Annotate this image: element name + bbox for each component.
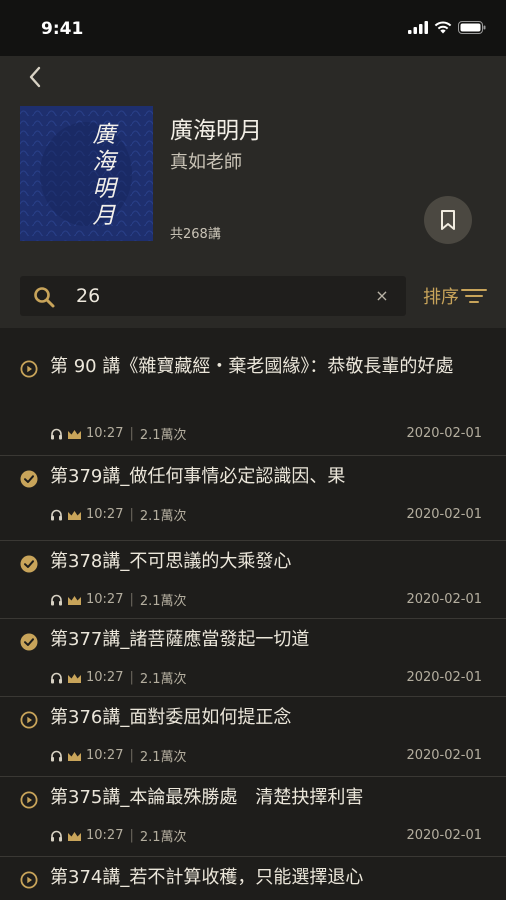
episode-duration: 10:27 xyxy=(86,507,124,522)
sort-label: 排序 xyxy=(423,287,459,308)
episode-date: 2020-02-01 xyxy=(406,592,482,607)
search-icon xyxy=(34,287,55,308)
episode-date: 2020-02-01 xyxy=(406,426,482,441)
status-bar: 9:41 xyxy=(0,0,506,56)
headphones-icon xyxy=(51,428,62,440)
sort-button[interactable]: 排序 xyxy=(423,283,487,309)
meta-divider: | xyxy=(129,507,134,522)
episode-meta: 10:27 | 2.1萬次 xyxy=(50,505,187,524)
back-button[interactable] xyxy=(24,64,48,90)
episode-item[interactable]: 第376講_面對委屈如何提正念 10:27 | 2.1萬次 2020-02-01 xyxy=(0,697,506,777)
album-title: 廣海明月 xyxy=(170,118,262,144)
episode-title: 第 90 講《雜寶藏經・棄老國緣》：恭敬長輩的好處 xyxy=(50,356,454,377)
episode-meta: 10:27 | 2.1萬次 xyxy=(50,746,187,765)
episode-plays: 2.1萬次 xyxy=(139,428,187,443)
episode-item[interactable]: 第379講_做任何事情必定認識因、果 10:27 | 2.1萬次 2020-02-01 xyxy=(0,456,506,541)
episode-item[interactable]: 第374講_若不計算收穫，只能選擇退心 xyxy=(0,857,506,900)
episode-date: 2020-02-01 xyxy=(406,670,482,685)
meta-divider: | xyxy=(129,426,134,441)
episode-duration: 10:27 xyxy=(86,592,124,607)
crown-icon xyxy=(68,751,81,761)
clear-search-icon[interactable]: × xyxy=(372,286,392,306)
meta-divider: | xyxy=(129,828,134,843)
cover-title-text: 廣海明月 xyxy=(88,122,114,230)
crown-icon xyxy=(68,510,81,520)
play-circle-icon[interactable] xyxy=(20,360,38,378)
episode-meta: 10:27 | 2.1萬次 xyxy=(50,424,187,443)
play-circle-icon[interactable] xyxy=(20,871,38,889)
crown-icon xyxy=(68,673,81,683)
episode-plays: 2.1萬次 xyxy=(139,594,187,609)
meta-divider: | xyxy=(129,592,134,607)
episode-duration: 10:27 xyxy=(86,828,124,843)
episode-duration: 10:27 xyxy=(86,748,124,763)
episode-plays: 2.1萬次 xyxy=(139,750,187,765)
episode-duration: 10:27 xyxy=(86,426,124,441)
headphones-icon xyxy=(51,672,62,684)
episode-list: 第 90 講《雜寶藏經・棄老國緣》：恭敬長輩的好處 10:27 | 2.1萬次 2020… xyxy=(0,346,506,900)
episode-title: 第375講_本論最殊勝處 清楚抉擇利害 xyxy=(50,787,364,808)
headphones-icon xyxy=(51,509,62,521)
episode-plays: 2.1萬次 xyxy=(139,830,187,845)
crown-icon xyxy=(68,429,81,439)
episode-meta: 10:27 | 2.1萬次 xyxy=(50,590,187,609)
episode-item[interactable]: 第375講_本論最殊勝處 清楚抉擇利害 10:27 | 2.1萬次 2020-02-01 xyxy=(0,777,506,857)
play-circle-icon[interactable] xyxy=(20,791,38,809)
completed-check-icon[interactable] xyxy=(20,633,38,651)
episode-plays: 2.1萬次 xyxy=(139,509,187,524)
bookmark-button[interactable] xyxy=(424,196,472,244)
completed-check-icon[interactable] xyxy=(20,470,38,488)
episode-title: 第378講_不可思議的大乘發心 xyxy=(50,551,292,572)
episode-date: 2020-02-01 xyxy=(406,828,482,843)
episode-title: 第379講_做任何事情必定認識因、果 xyxy=(50,466,346,487)
album-cover: 廣海明月 xyxy=(20,106,153,241)
episode-count: 共268講 xyxy=(170,227,221,242)
episode-item[interactable]: 第378講_不可思議的大乘發心 10:27 | 2.1萬次 2020-02-01 xyxy=(0,541,506,619)
status-time: 9:41 xyxy=(41,19,84,39)
wifi-icon xyxy=(434,21,452,34)
meta-divider: | xyxy=(129,748,134,763)
episode-meta: 10:27 | 2.1萬次 xyxy=(50,668,187,687)
meta-divider: | xyxy=(129,670,134,685)
signal-icon xyxy=(408,21,428,34)
headphones-icon xyxy=(51,830,62,842)
episode-meta: 10:27 | 2.1萬次 xyxy=(50,826,187,845)
completed-check-icon[interactable] xyxy=(20,555,38,573)
episode-item[interactable]: 第377講_諸菩薩應當發起一切道 10:27 | 2.1萬次 2020-02-01 xyxy=(0,619,506,697)
episode-title: 第377講_諸菩薩應當發起一切道 xyxy=(50,629,310,650)
headphones-icon xyxy=(51,594,62,606)
episode-title: 第374講_若不計算收穫，只能選擇退心 xyxy=(50,867,364,888)
sort-icon xyxy=(461,289,487,303)
episode-title: 第376講_面對委屈如何提正念 xyxy=(50,707,292,728)
search-bar: × xyxy=(20,276,406,316)
episode-plays: 2.1萬次 xyxy=(139,672,187,687)
crown-icon xyxy=(68,831,81,841)
bookmark-icon xyxy=(441,210,455,230)
chevron-left-icon xyxy=(29,66,41,88)
episode-date: 2020-02-01 xyxy=(406,507,482,522)
headphones-icon xyxy=(51,750,62,762)
episode-date: 2020-02-01 xyxy=(406,748,482,763)
crown-icon xyxy=(68,595,81,605)
episode-duration: 10:27 xyxy=(86,670,124,685)
album-author: 真如老師 xyxy=(170,152,242,173)
play-circle-icon[interactable] xyxy=(20,711,38,729)
search-input[interactable] xyxy=(76,282,366,310)
status-icons xyxy=(408,21,486,34)
battery-icon xyxy=(458,21,486,34)
episode-item[interactable]: 第 90 講《雜寶藏經・棄老國緣》：恭敬長輩的好處 10:27 | 2.1萬次 2020… xyxy=(0,346,506,456)
